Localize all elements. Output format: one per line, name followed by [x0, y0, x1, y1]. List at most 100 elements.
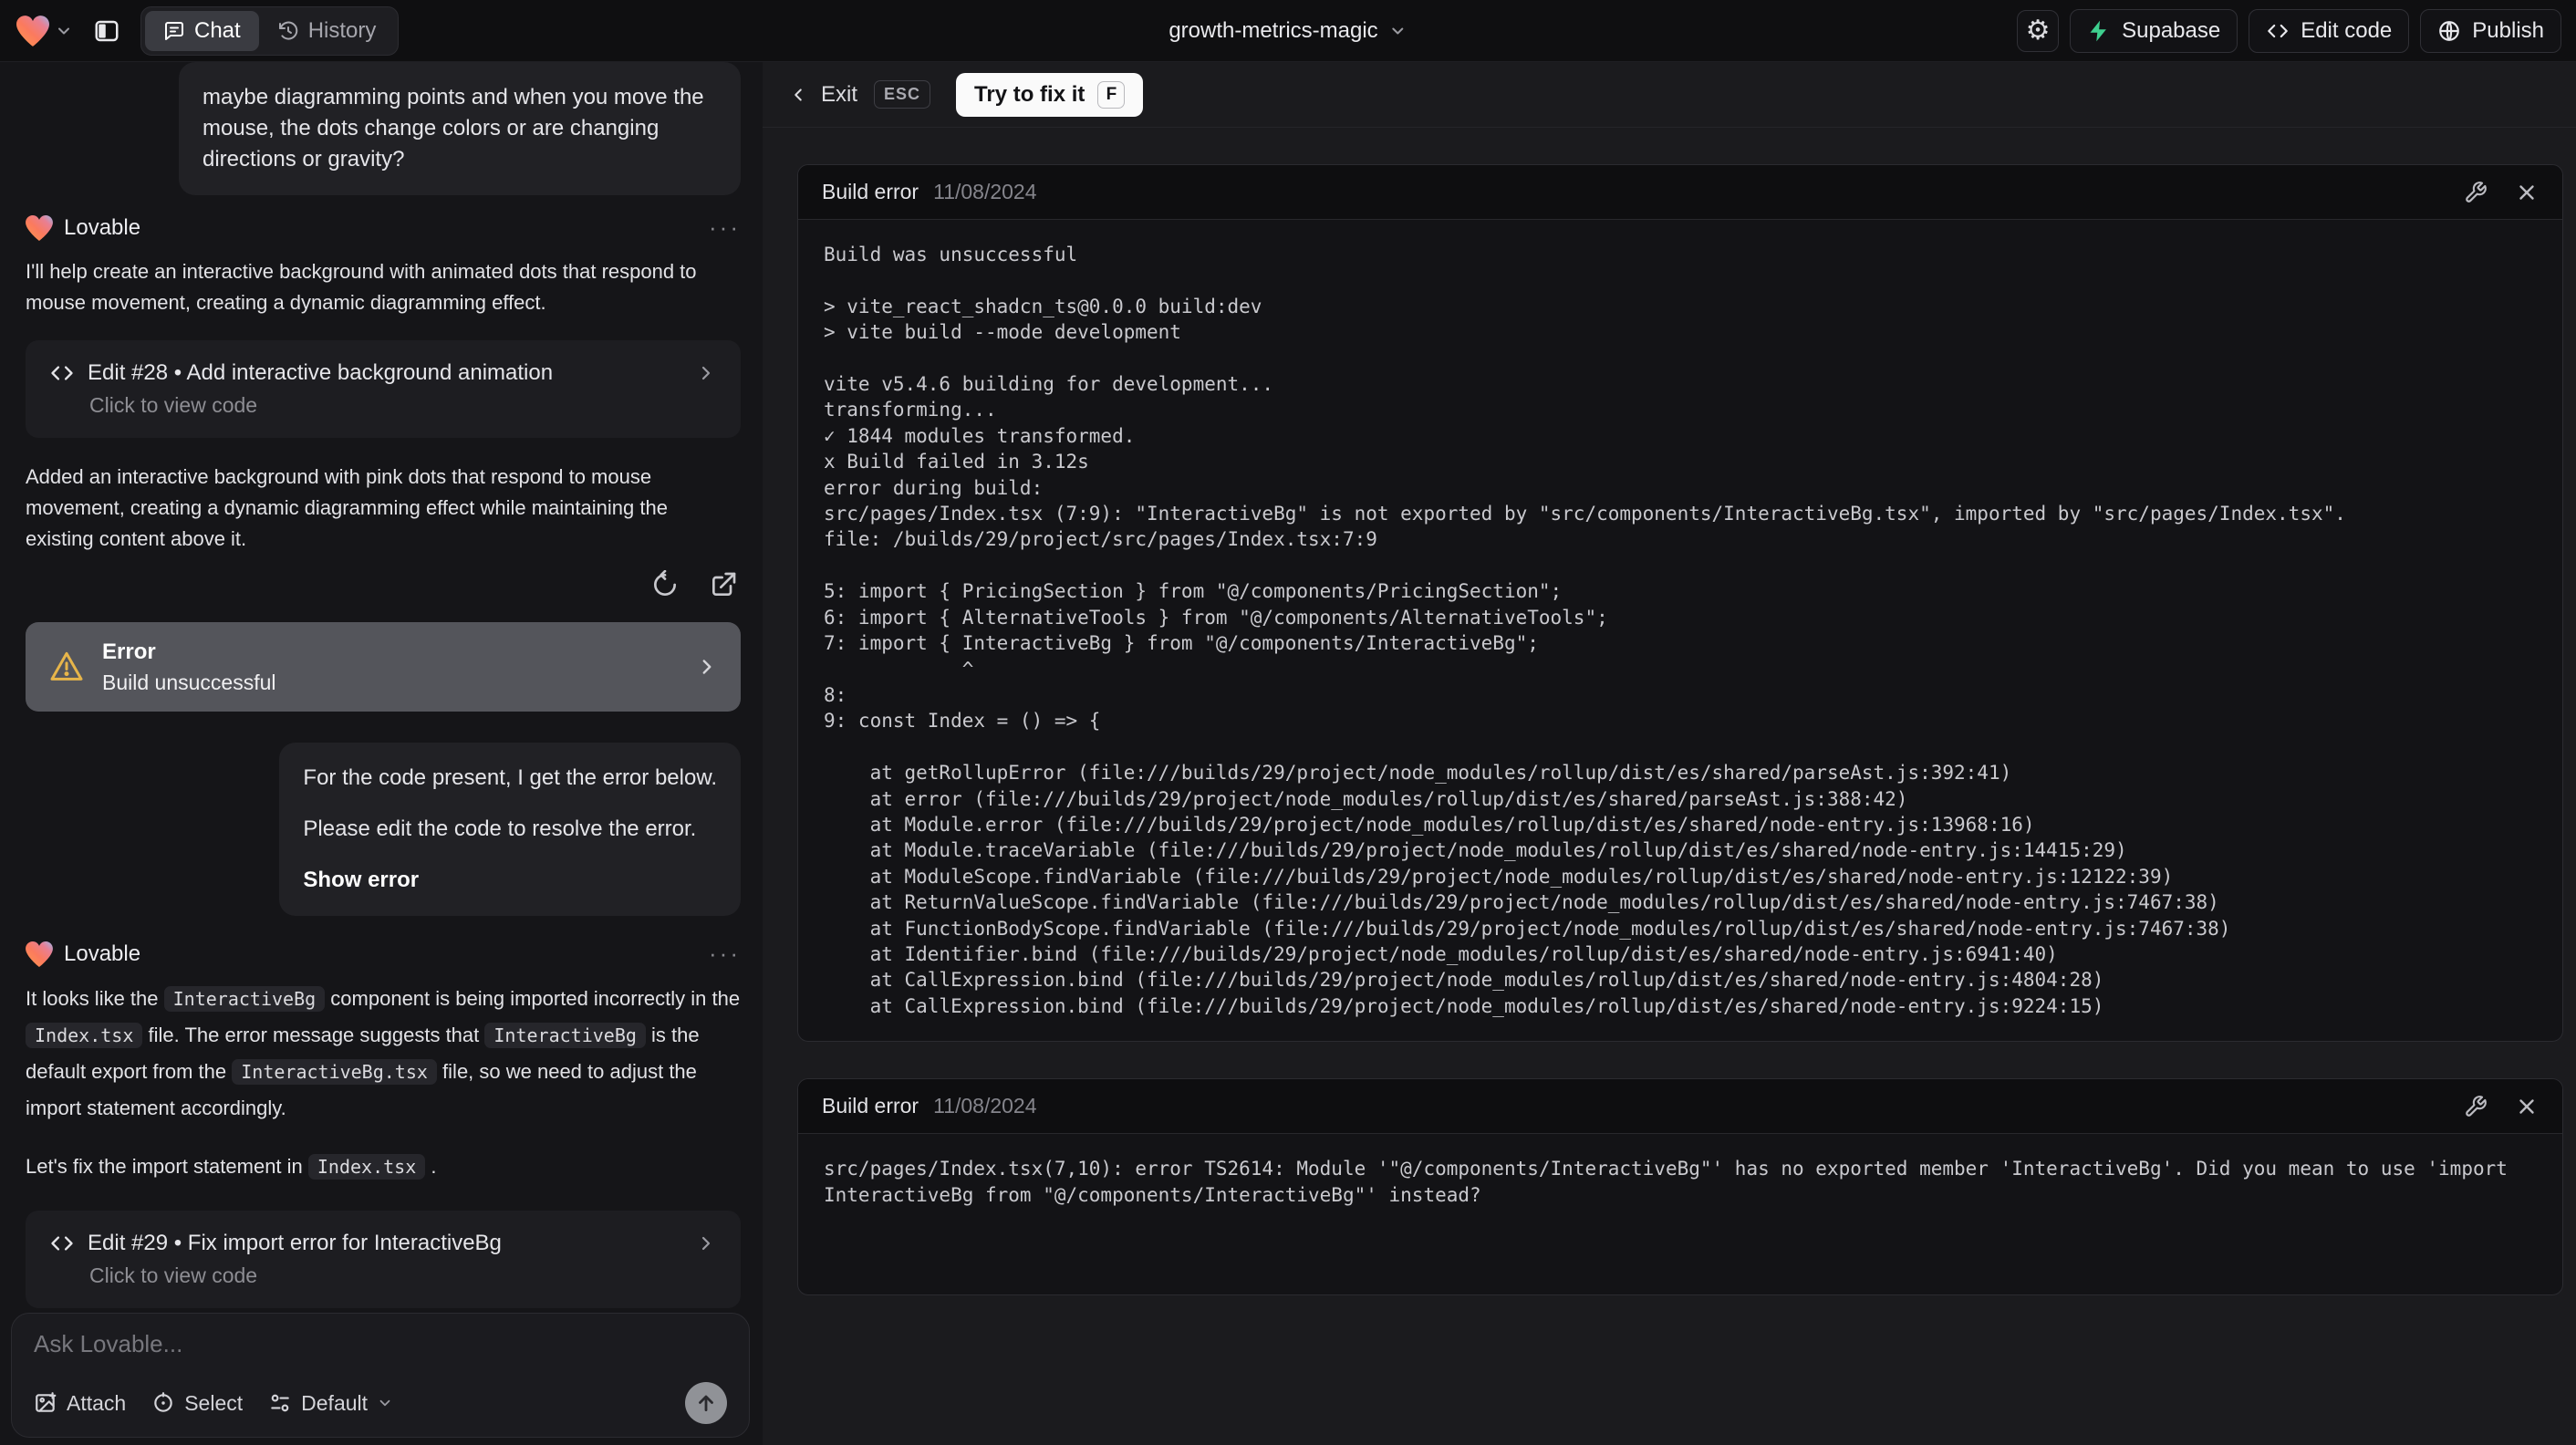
edit-card-title: Edit #28 • Add interactive background an…: [88, 360, 554, 385]
panel-header: Build error 11/08/2024: [798, 1079, 2562, 1135]
code-brackets-icon: [49, 1231, 75, 1256]
supabase-button[interactable]: Supabase: [2070, 8, 2238, 53]
attach-button[interactable]: Attach: [34, 1391, 126, 1416]
assistant-message-text: Added an interactive background with pin…: [26, 465, 668, 550]
chat-composer: Attach Select Default: [11, 1313, 750, 1438]
assistant-header: Lovable ···: [26, 940, 741, 968]
chevron-right-icon: [695, 362, 717, 384]
edit-card-29[interactable]: Edit #29 • Fix import error for Interact…: [26, 1211, 741, 1308]
globe-icon: [2437, 19, 2461, 43]
panel-date: 11/08/2024: [933, 1094, 1037, 1118]
edit-card-title: Edit #29 • Fix import error for Interact…: [88, 1231, 502, 1255]
show-error-link[interactable]: Show error: [303, 865, 717, 896]
build-log: src/pages/Index.tsx(7,10): error TS2614:…: [824, 1158, 2519, 1206]
open-external-icon[interactable]: [706, 567, 741, 602]
error-card-subtitle: Build unsuccessful: [102, 671, 276, 694]
top-bar: Chat History growth-metrics-magic ⚙ Supa…: [0, 0, 2576, 62]
publish-label: Publish: [2472, 17, 2544, 43]
chevron-left-icon: [788, 85, 808, 105]
chevron-down-icon: [1389, 22, 1407, 40]
target-icon: [151, 1391, 175, 1415]
fix-wrench-icon[interactable]: [2464, 181, 2488, 204]
chevron-right-icon: [695, 1232, 717, 1254]
try-to-fix-button[interactable]: Try to fix it F: [956, 72, 1144, 117]
panel-title: Build error: [822, 1094, 919, 1118]
chat-panel: maybe diagramming points and when you mo…: [0, 62, 763, 1445]
sliders-icon: [268, 1391, 292, 1415]
select-element-button[interactable]: Select: [151, 1391, 243, 1416]
code-brackets-icon: [49, 360, 75, 386]
message-menu-button[interactable]: ···: [709, 213, 741, 242]
attach-image-icon: [34, 1391, 57, 1415]
panel-title: Build error: [822, 180, 919, 203]
message-actions: [26, 567, 741, 602]
project-switcher[interactable]: growth-metrics-magic: [1169, 18, 1407, 44]
app-window: Chat History growth-metrics-magic ⚙ Supa…: [0, 0, 2576, 1445]
tab-history[interactable]: History: [259, 11, 395, 51]
warning-triangle-icon: [47, 649, 86, 685]
attach-label: Attach: [67, 1390, 127, 1415]
tab-chat-label: Chat: [194, 17, 241, 43]
lovable-heart-icon: [26, 941, 53, 967]
supabase-label: Supabase: [2122, 17, 2221, 43]
message-menu-button[interactable]: ···: [709, 940, 741, 968]
chat-bubble-icon: [163, 20, 185, 42]
edit-card-subtitle: Click to view code: [89, 393, 258, 417]
chevron-down-icon: [377, 1395, 393, 1411]
assistant-name: Lovable: [64, 941, 141, 966]
assistant-name: Lovable: [64, 214, 141, 240]
chat-input[interactable]: [34, 1330, 727, 1358]
project-name: growth-metrics-magic: [1169, 17, 1378, 43]
history-icon: [277, 20, 299, 42]
user-message-text: maybe diagramming points and when you mo…: [203, 85, 704, 172]
tab-chat[interactable]: Chat: [145, 10, 259, 51]
lovable-heart-icon: [26, 214, 53, 241]
lovable-logo-menu[interactable]: [16, 15, 73, 47]
arrow-up-icon: [694, 1391, 718, 1415]
esc-key-badge: ESC: [874, 80, 931, 109]
chat-history-tabs: Chat History: [140, 5, 400, 56]
chat-message-list: maybe diagramming points and when you mo…: [0, 62, 763, 1445]
model-selector[interactable]: Default: [268, 1391, 393, 1416]
close-icon[interactable]: [2515, 181, 2539, 204]
supabase-icon: [2087, 19, 2111, 43]
user-message: For the code present, I get the error be…: [279, 743, 741, 916]
send-button[interactable]: [685, 1382, 727, 1424]
error-card-title: Error: [102, 639, 156, 664]
tab-history-label: History: [307, 17, 377, 43]
build-error-panel-2: Build error 11/08/2024 src/pages/Index.t…: [797, 1078, 2563, 1296]
panel-date: 11/08/2024: [933, 180, 1037, 203]
chevron-right-icon: [695, 655, 719, 679]
assistant-header: Lovable ···: [26, 213, 741, 242]
lovable-heart-icon: [16, 15, 49, 47]
build-log: Build was unsuccessful > vite_react_shad…: [824, 244, 2346, 1017]
user-message-text: For the code present, I get the error be…: [303, 765, 717, 790]
code-brackets-icon: [2266, 19, 2290, 43]
edit-code-label: Edit code: [2301, 17, 2393, 43]
assistant-message-text: It looks like the InteractiveBg componen…: [26, 986, 741, 1119]
assistant-message-text: Let's fix the import statement in Index.…: [26, 1154, 437, 1180]
edit-card-28[interactable]: Edit #28 • Add interactive background an…: [26, 340, 741, 438]
model-label: Default: [301, 1390, 369, 1415]
select-label: Select: [184, 1390, 244, 1415]
panel-header: Build error 11/08/2024: [798, 165, 2562, 220]
build-error-card[interactable]: Error Build unsuccessful: [26, 622, 741, 712]
exit-label: Exit: [821, 81, 858, 107]
edit-code-button[interactable]: Edit code: [2249, 8, 2410, 53]
user-message-text: Please edit the code to resolve the erro…: [303, 816, 697, 841]
publish-button[interactable]: Publish: [2420, 8, 2561, 53]
error-overlay: Exit ESC Try to fix it F Build error 11/…: [763, 62, 2576, 1445]
exit-button[interactable]: Exit: [788, 82, 857, 108]
toggle-sidebar-button[interactable]: [86, 10, 128, 52]
gear-icon: ⚙: [2025, 16, 2051, 46]
settings-button[interactable]: ⚙: [2017, 9, 2060, 52]
edit-card-subtitle: Click to view code: [89, 1263, 258, 1287]
retry-icon[interactable]: [648, 567, 682, 602]
close-icon[interactable]: [2515, 1095, 2539, 1118]
error-overlay-header: Exit ESC Try to fix it F: [763, 62, 2576, 128]
user-message: maybe diagramming points and when you mo…: [179, 62, 741, 195]
assistant-message-text: I'll help create an interactive backgrou…: [26, 260, 697, 314]
fix-wrench-icon[interactable]: [2464, 1095, 2488, 1118]
panel-left-icon: [93, 17, 120, 45]
f-key-badge: F: [1097, 80, 1126, 109]
